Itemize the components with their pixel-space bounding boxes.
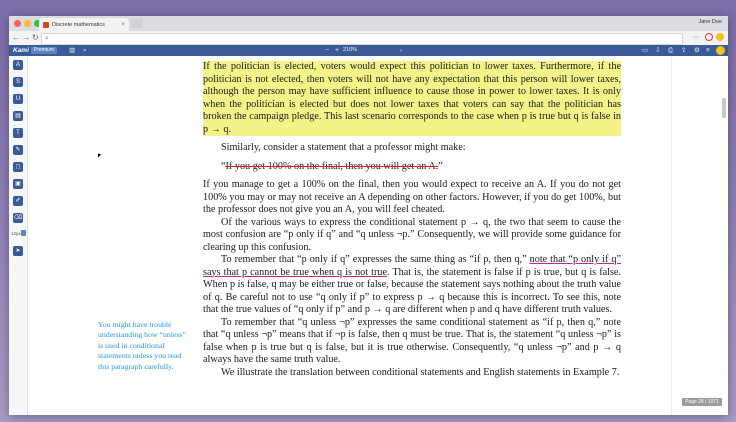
window-controls xyxy=(14,20,41,27)
tab-close-icon[interactable]: × xyxy=(121,22,125,28)
back-arrow-icon[interactable]: ← xyxy=(12,33,20,43)
eraser-tool-icon[interactable]: ⌫ xyxy=(13,213,23,223)
only-if-text-a: To remember that “p only if q” expresses… xyxy=(221,254,530,265)
kami-avatar[interactable] xyxy=(716,46,725,55)
zoom-in-button[interactable]: + xyxy=(335,45,339,56)
forward-arrow-icon[interactable]: → xyxy=(22,33,30,43)
new-tab-button[interactable] xyxy=(131,19,143,28)
folder-icon[interactable]: ▭ xyxy=(642,46,648,55)
paragraph-example-7: We illustrate the translation between co… xyxy=(221,366,620,378)
tab-title: Discrete mathematics xyxy=(52,21,105,28)
right-sidebar: Page 28 / 1071 xyxy=(671,56,728,415)
shape-tool-icon[interactable]: ◻ xyxy=(13,162,23,172)
zoom-chevron-icon[interactable]: › xyxy=(400,46,402,55)
print-icon[interactable]: ⎙ xyxy=(668,46,673,55)
image-tool-icon[interactable]: ▣ xyxy=(13,179,23,189)
search-icon[interactable]: ⌕ xyxy=(83,46,87,55)
search-icon: ⌕ xyxy=(45,35,49,42)
text-tool-icon[interactable]: T xyxy=(13,128,23,138)
extension-record-icon[interactable] xyxy=(705,33,713,41)
browser-window: Discrete mathematics × Jane Doe ← → ↻ ⌕ … xyxy=(9,16,728,415)
extensions-icon[interactable]: ⋯ xyxy=(693,33,699,43)
quote-close: ” xyxy=(438,160,443,172)
comment-tool-icon[interactable]: ▤ xyxy=(13,111,23,121)
kami-toolbar: Kami Premium ▥ ⌕ − + 210% › ▭ ⇩ ⎙ ⇪ ⚙ ≡ xyxy=(9,45,728,56)
select-tool-icon[interactable]: A xyxy=(13,60,23,70)
annotation-tool-rail: A S U ▤ T ✎ ◻ ▣ ✐ ⌫ ➤ 12px xyxy=(9,56,28,415)
page-scrollbar[interactable] xyxy=(722,98,726,118)
sidebar-toggle-icon[interactable]: ▥ xyxy=(69,46,75,55)
favicon-icon xyxy=(43,21,49,28)
close-window-button[interactable] xyxy=(14,20,21,27)
share-icon[interactable]: ⇪ xyxy=(681,46,686,55)
settings-icon[interactable]: ⚙ xyxy=(694,46,700,55)
browser-tab[interactable]: Discrete mathematics × xyxy=(39,18,129,31)
margin-note: You might have trouble understanding how… xyxy=(98,320,186,371)
mouse-cursor-icon xyxy=(98,153,101,159)
paragraph-only-if: To remember that “p only if q” expresses… xyxy=(203,254,621,317)
tool-size-badge[interactable] xyxy=(21,230,26,236)
strikethrough-tool-icon[interactable]: S xyxy=(13,77,23,87)
pdf-page-content: If the politician is elected, voters wou… xyxy=(203,61,621,379)
refresh-icon[interactable]: ↻ xyxy=(32,33,39,43)
menu-icon[interactable]: ≡ xyxy=(706,46,710,55)
omnibox[interactable]: ⌕ xyxy=(41,33,683,45)
minimize-window-button[interactable] xyxy=(24,20,31,27)
paragraph-unless: To remember that “q unless ¬p” expresses… xyxy=(203,316,621,366)
page-counter: Page 28 / 1071 xyxy=(682,398,722,406)
strikethrough-annotation[interactable]: If you get 100% on the final, then you w… xyxy=(226,161,439,172)
quoted-statement: “If you get 100% on the final, then you … xyxy=(203,161,621,174)
extension-avatar-icon[interactable] xyxy=(716,33,724,41)
kami-logo: Kami xyxy=(13,47,29,54)
highlighted-paragraph[interactable]: If the politician is elected, voters wou… xyxy=(203,61,621,136)
zoom-out-button[interactable]: − xyxy=(325,45,329,56)
save-icon[interactable]: ⇩ xyxy=(655,46,660,55)
zoom-level[interactable]: 210% xyxy=(343,45,357,56)
tool-size-label: 12px xyxy=(11,231,21,236)
premium-badge[interactable]: Premium xyxy=(31,47,58,54)
paragraph-100-percent: If you manage to get a 100% on the final… xyxy=(203,179,621,215)
profile-name[interactable]: Jane Doe xyxy=(698,19,722,25)
pointer-tool-icon[interactable]: ➤ xyxy=(13,246,23,256)
tab-bar: Discrete mathematics × Jane Doe xyxy=(9,16,728,31)
address-bar-row: ← → ↻ ⌕ ⋯ xyxy=(9,31,728,46)
underline-tool-icon[interactable]: U xyxy=(13,94,23,104)
drawing-tool-icon[interactable]: ✐ xyxy=(13,196,23,206)
pen-tool-icon[interactable]: ✎ xyxy=(13,145,23,155)
paragraph-conditional-ways: Of the various ways to express the condi… xyxy=(203,216,621,253)
paragraph-similarly: Similarly, consider a statement that a p… xyxy=(221,142,466,153)
